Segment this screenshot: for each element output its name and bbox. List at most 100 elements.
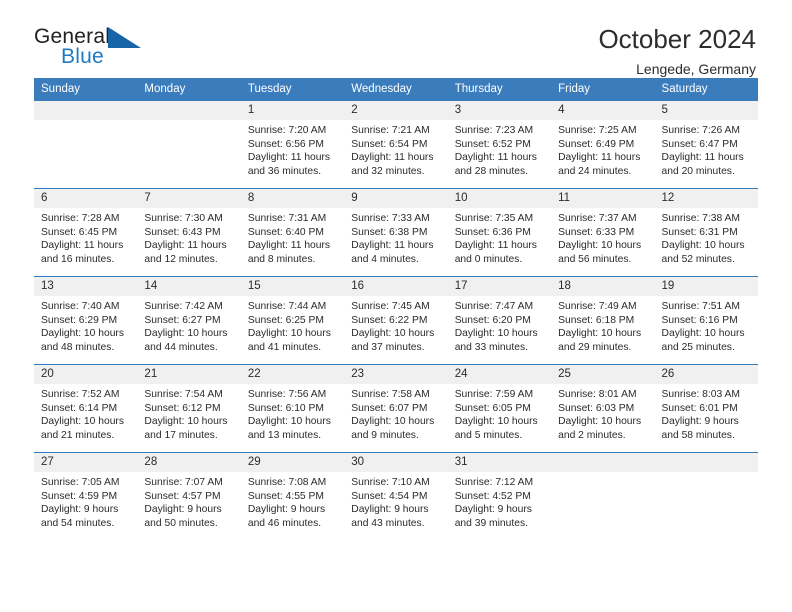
- sunset-text: Sunset: 6:54 PM: [351, 138, 428, 150]
- calendar-day-cell[interactable]: 31 Sunrise: 7:12 AM Sunset: 4:52 PM Dayligh…: [447, 452, 552, 541]
- day-number: 17: [447, 277, 552, 296]
- calendar-week-row: 1 Sunrise: 7:20 AM Sunset: 6:56 PM Daylight…: [34, 100, 758, 189]
- daylight-text-line2: and 28 minutes.: [454, 165, 528, 177]
- day-details: Sunrise: 7:45 AM Sunset: 6:22 PM Daylight:…: [344, 296, 447, 354]
- sunrise-text: Sunrise: 7:37 AM: [558, 213, 637, 224]
- day-number: 1: [240, 101, 345, 120]
- daylight-text-line1: Daylight: 10 hours: [558, 240, 642, 252]
- day-number: 8: [240, 189, 345, 208]
- sunset-text: Sunset: 6:45 PM: [41, 226, 118, 238]
- day-details: Sunrise: 7:35 AM Sunset: 6:36 PM Daylight:…: [448, 208, 551, 266]
- sunset-text: Sunset: 6:29 PM: [41, 314, 118, 326]
- sunset-text: Sunset: 6:01 PM: [661, 402, 738, 414]
- day-details: Sunrise: 7:26 AM Sunset: 6:47 PM Daylight:…: [655, 120, 758, 178]
- daylight-text-line2: and 50 minutes.: [144, 517, 218, 529]
- calendar-day-cell[interactable]: 19 Sunrise: 7:51 AM Sunset: 6:16 PM Dayligh…: [654, 276, 758, 365]
- calendar-day-cell[interactable]: 20 Sunrise: 7:52 AM Sunset: 6:14 PM Dayligh…: [34, 364, 138, 453]
- sunset-text: Sunset: 6:36 PM: [454, 226, 531, 238]
- calendar-day-cell[interactable]: 3 Sunrise: 7:23 AM Sunset: 6:52 PM Daylight…: [447, 100, 552, 189]
- calendar-day-cell[interactable]: 23 Sunrise: 7:58 AM Sunset: 6:07 PM Dayligh…: [344, 364, 448, 453]
- day-number: 26: [654, 365, 758, 384]
- daylight-text-line1: Daylight: 10 hours: [351, 416, 435, 428]
- sunrise-text: Sunrise: 7:23 AM: [454, 125, 534, 136]
- calendar-day-cell[interactable]: 11 Sunrise: 7:37 AM Sunset: 6:33 PM Dayligh…: [551, 188, 655, 277]
- calendar-day-cell[interactable]: 9 Sunrise: 7:33 AM Sunset: 6:38 PM Daylight…: [344, 188, 448, 277]
- calendar-grid: Sunday Monday Tuesday Wednesday Thursday…: [34, 78, 758, 541]
- daylight-text-line2: and 44 minutes.: [144, 341, 218, 353]
- sunset-text: Sunset: 6:18 PM: [558, 314, 635, 326]
- sunset-text: Sunset: 6:49 PM: [558, 138, 635, 150]
- sunrise-text: Sunrise: 7:56 AM: [247, 389, 327, 400]
- day-number: 5: [654, 101, 758, 120]
- calendar-day-cell[interactable]: 14 Sunrise: 7:42 AM Sunset: 6:27 PM Dayligh…: [137, 276, 241, 365]
- sunrise-text: Sunrise: 7:49 AM: [558, 301, 637, 312]
- day-number: 30: [344, 453, 448, 472]
- day-number: [551, 453, 655, 472]
- sunrise-text: Sunrise: 7:10 AM: [351, 477, 430, 488]
- day-details: Sunrise: 7:44 AM Sunset: 6:25 PM Daylight:…: [241, 296, 344, 354]
- calendar-day-cell[interactable]: 16 Sunrise: 7:45 AM Sunset: 6:22 PM Dayligh…: [344, 276, 448, 365]
- daylight-text-line2: and 56 minutes.: [558, 253, 632, 265]
- daylight-text-line2: and 29 minutes.: [558, 341, 632, 353]
- calendar-day-cell[interactable]: 10 Sunrise: 7:35 AM Sunset: 6:36 PM Dayligh…: [447, 188, 552, 277]
- calendar-day-cell[interactable]: 7 Sunrise: 7:30 AM Sunset: 6:43 PM Daylight…: [137, 188, 241, 277]
- sunset-text: Sunset: 6:05 PM: [454, 402, 531, 414]
- day-details: Sunrise: 7:20 AM Sunset: 6:56 PM Daylight:…: [241, 120, 344, 178]
- calendar-day-cell[interactable]: 12 Sunrise: 7:38 AM Sunset: 6:31 PM Dayligh…: [654, 188, 758, 277]
- day-details: Sunrise: 7:51 AM Sunset: 6:16 PM Daylight:…: [655, 296, 758, 354]
- daylight-text-line1: Daylight: 10 hours: [454, 328, 538, 340]
- day-number: 14: [137, 277, 241, 296]
- sunset-text: Sunset: 6:33 PM: [558, 226, 635, 238]
- daylight-text-line1: Daylight: 10 hours: [454, 416, 538, 428]
- daylight-text-line1: Daylight: 9 hours: [144, 504, 222, 516]
- weekday-header-sunday: Sunday: [34, 78, 138, 101]
- calendar-day-cell[interactable]: 21 Sunrise: 7:54 AM Sunset: 6:12 PM Dayligh…: [137, 364, 241, 453]
- calendar-day-cell[interactable]: 28 Sunrise: 7:07 AM Sunset: 4:57 PM Dayligh…: [137, 452, 241, 541]
- brand-logo[interactable]: General Blue: [34, 26, 154, 74]
- brand-name-general: General: [34, 25, 111, 48]
- day-number: [654, 453, 758, 472]
- calendar-day-cell[interactable]: 24 Sunrise: 7:59 AM Sunset: 6:05 PM Dayligh…: [447, 364, 552, 453]
- calendar-day-cell[interactable]: 22 Sunrise: 7:56 AM Sunset: 6:10 PM Dayligh…: [240, 364, 345, 453]
- sunrise-text: Sunrise: 7:20 AM: [247, 125, 327, 136]
- daylight-text-line1: Daylight: 11 hours: [41, 240, 124, 252]
- day-details: Sunrise: 7:58 AM Sunset: 6:07 PM Daylight:…: [344, 384, 447, 442]
- daylight-text-line1: Daylight: 10 hours: [661, 328, 745, 340]
- day-number: 31: [447, 453, 552, 472]
- calendar-day-cell[interactable]: 6 Sunrise: 7:28 AM Sunset: 6:45 PM Daylight…: [34, 188, 138, 277]
- calendar-day-cell[interactable]: 17 Sunrise: 7:47 AM Sunset: 6:20 PM Dayligh…: [447, 276, 552, 365]
- calendar-day-cell[interactable]: 5 Sunrise: 7:26 AM Sunset: 6:47 PM Daylight…: [654, 100, 758, 189]
- calendar-day-cell[interactable]: 13 Sunrise: 7:40 AM Sunset: 6:29 PM Dayligh…: [34, 276, 138, 365]
- calendar-day-cell[interactable]: 18 Sunrise: 7:49 AM Sunset: 6:18 PM Dayligh…: [551, 276, 655, 365]
- calendar-day-cell[interactable]: 2 Sunrise: 7:21 AM Sunset: 6:54 PM Daylight…: [344, 100, 448, 189]
- page-subtitle: Lengede, Germany: [636, 61, 756, 78]
- day-details: Sunrise: 7:54 AM Sunset: 6:12 PM Daylight:…: [137, 384, 240, 442]
- calendar-day-cell[interactable]: 8 Sunrise: 7:31 AM Sunset: 6:40 PM Daylight…: [240, 188, 345, 277]
- day-details: Sunrise: 7:23 AM Sunset: 6:52 PM Daylight:…: [448, 120, 551, 178]
- calendar-day-cell[interactable]: 29 Sunrise: 7:08 AM Sunset: 4:55 PM Dayligh…: [240, 452, 345, 541]
- day-number: 6: [34, 189, 138, 208]
- calendar-day-cell[interactable]: 15 Sunrise: 7:44 AM Sunset: 6:25 PM Dayligh…: [240, 276, 345, 365]
- calendar-day-cell[interactable]: 4 Sunrise: 7:25 AM Sunset: 6:49 PM Daylight…: [551, 100, 655, 189]
- day-number: 9: [344, 189, 448, 208]
- daylight-text-line1: Daylight: 9 hours: [454, 504, 532, 516]
- daylight-text-line1: Daylight: 11 hours: [454, 152, 537, 164]
- day-number: 29: [240, 453, 345, 472]
- day-details: Sunrise: 7:33 AM Sunset: 6:38 PM Daylight:…: [344, 208, 447, 266]
- day-number: 12: [654, 189, 758, 208]
- calendar-day-cell[interactable]: 25 Sunrise: 8:01 AM Sunset: 6:03 PM Dayligh…: [551, 364, 655, 453]
- weekday-header-friday: Friday: [551, 78, 655, 101]
- calendar-day-cell[interactable]: 26 Sunrise: 8:03 AM Sunset: 6:01 PM Dayligh…: [654, 364, 758, 453]
- day-details: Sunrise: 7:28 AM Sunset: 6:45 PM Daylight:…: [34, 208, 137, 266]
- sunset-text: Sunset: 6:07 PM: [351, 402, 428, 414]
- calendar-day-cell[interactable]: 1 Sunrise: 7:20 AM Sunset: 6:56 PM Daylight…: [240, 100, 345, 189]
- daylight-text-line1: Daylight: 9 hours: [661, 416, 739, 428]
- calendar-day-cell[interactable]: 27 Sunrise: 7:05 AM Sunset: 4:59 PM Dayligh…: [34, 452, 138, 541]
- daylight-text-line1: Daylight: 10 hours: [661, 240, 745, 252]
- day-details: Sunrise: 7:47 AM Sunset: 6:20 PM Daylight:…: [448, 296, 551, 354]
- sunrise-text: Sunrise: 7:07 AM: [144, 477, 223, 488]
- daylight-text-line2: and 5 minutes.: [454, 429, 523, 441]
- blue-triangle-flag-icon: [108, 27, 142, 49]
- sunset-text: Sunset: 6:56 PM: [247, 138, 324, 150]
- calendar-day-cell[interactable]: 30 Sunrise: 7:10 AM Sunset: 4:54 PM Dayligh…: [344, 452, 448, 541]
